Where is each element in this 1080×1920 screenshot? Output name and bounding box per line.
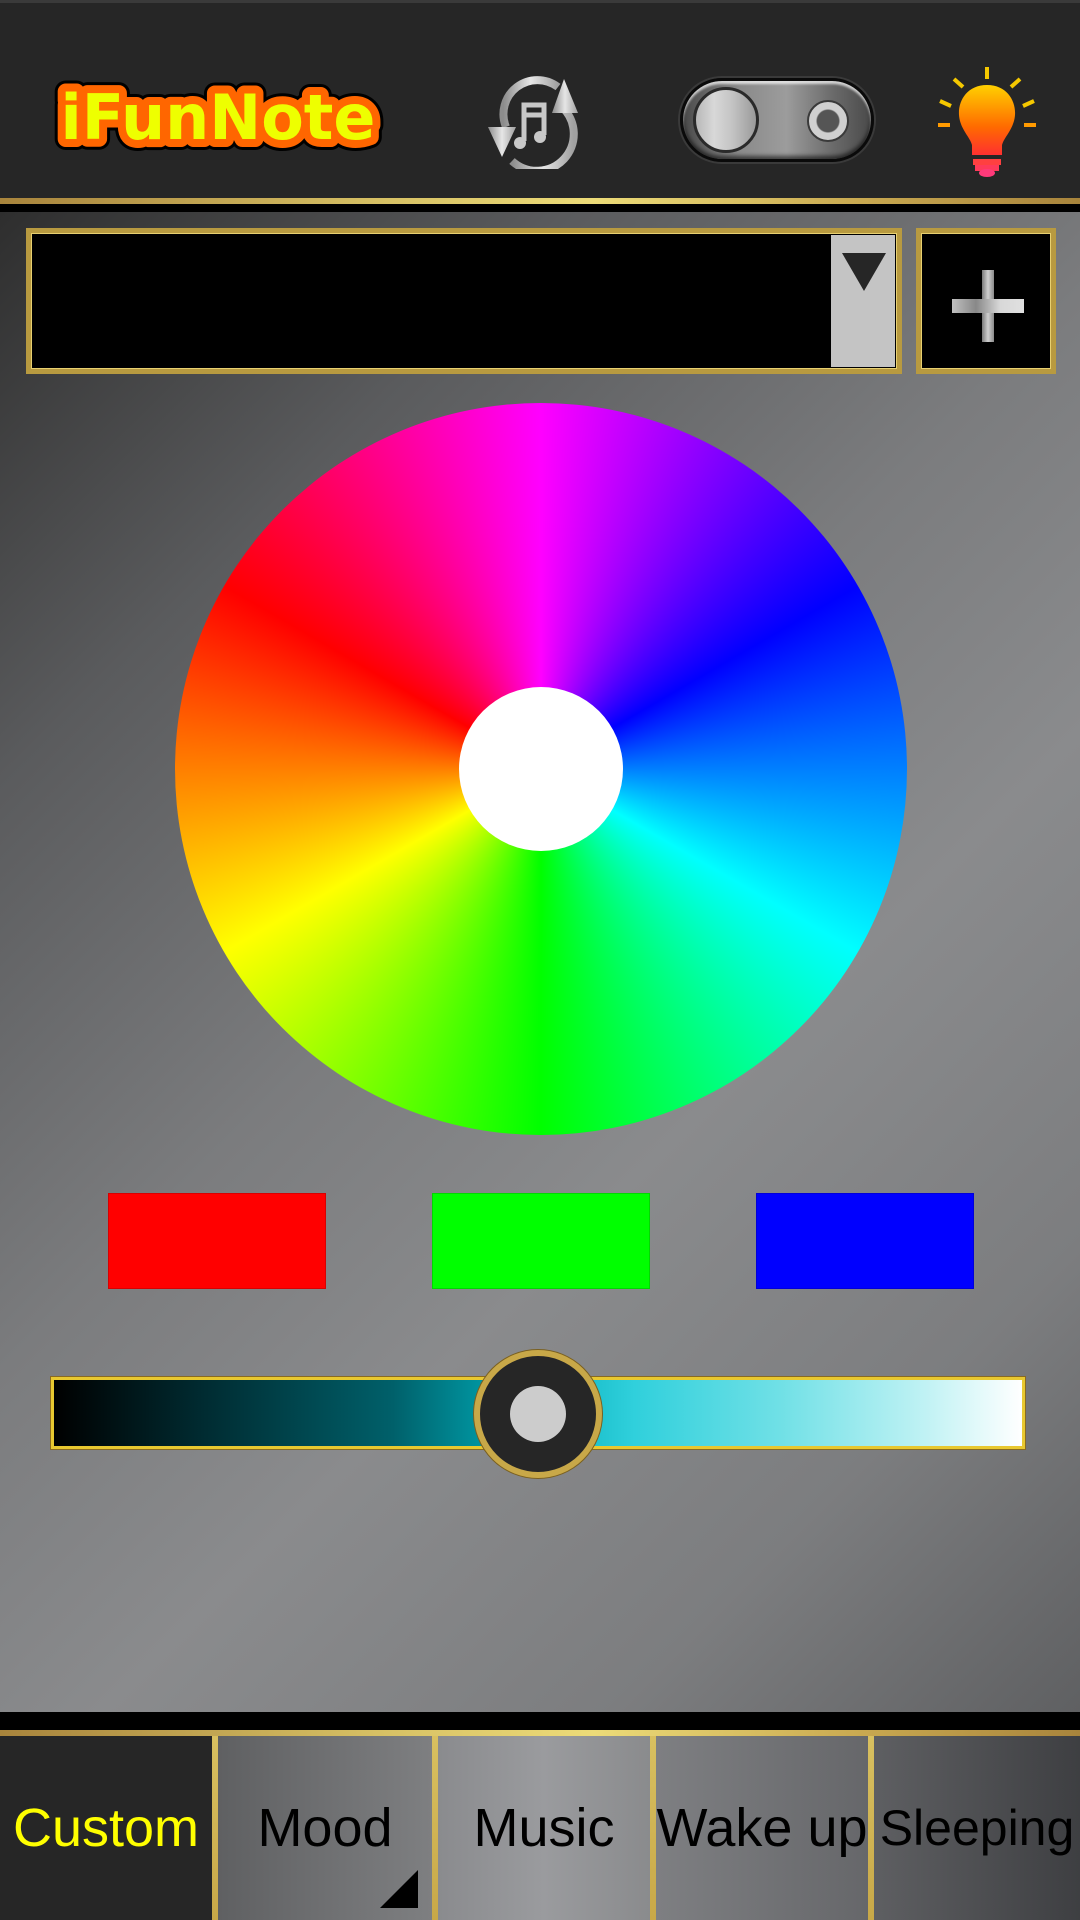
submenu-corner-icon bbox=[380, 1870, 418, 1908]
toggle-knob[interactable] bbox=[693, 87, 759, 153]
app-header: iFunNote iFunNote iFunNote bbox=[0, 0, 1080, 198]
dropdown-button[interactable] bbox=[831, 235, 895, 367]
toggle-indicator-icon bbox=[807, 100, 849, 142]
music-sync-icon[interactable] bbox=[478, 65, 590, 175]
swatch-green[interactable] bbox=[432, 1193, 650, 1289]
header-shadow-line bbox=[0, 204, 1080, 212]
color-wheel[interactable] bbox=[175, 403, 907, 1135]
slider-thumb-center bbox=[510, 1386, 566, 1442]
plus-icon-bar bbox=[952, 299, 1024, 313]
logo-graphic: iFunNote iFunNote iFunNote bbox=[50, 73, 387, 163]
light-bulb-icon[interactable] bbox=[932, 61, 1042, 179]
tab-sleeping[interactable]: Sleeping bbox=[874, 1736, 1080, 1920]
tab-custom[interactable]: Custom bbox=[0, 1736, 212, 1920]
swatch-blue[interactable] bbox=[756, 1193, 974, 1289]
tab-label: Mood bbox=[257, 1798, 393, 1858]
tab-music[interactable]: Music bbox=[438, 1736, 650, 1920]
power-toggle[interactable] bbox=[680, 78, 874, 162]
tab-label: Wake up bbox=[656, 1798, 868, 1858]
logo-text: iFunNote bbox=[61, 81, 376, 154]
swatch-red[interactable] bbox=[108, 1193, 326, 1289]
tab-wake-up[interactable]: Wake up bbox=[656, 1736, 868, 1920]
add-preset-button[interactable] bbox=[916, 228, 1056, 374]
app-logo: iFunNote iFunNote iFunNote bbox=[44, 73, 392, 163]
main-panel bbox=[0, 212, 1080, 1859]
preset-dropdown[interactable] bbox=[26, 228, 902, 374]
color-wheel-center[interactable] bbox=[459, 687, 623, 851]
dropdown-arrow-icon bbox=[842, 253, 886, 291]
tab-label: Music bbox=[473, 1798, 615, 1858]
brightness-slider-thumb[interactable] bbox=[474, 1350, 602, 1478]
tab-label: Sleeping bbox=[879, 1800, 1075, 1856]
tab-mood[interactable]: Mood bbox=[218, 1736, 432, 1920]
bottom-tab-bar: Custom Mood Music Wake up Sleeping bbox=[0, 1712, 1080, 1920]
tab-label: Custom bbox=[12, 1798, 200, 1858]
